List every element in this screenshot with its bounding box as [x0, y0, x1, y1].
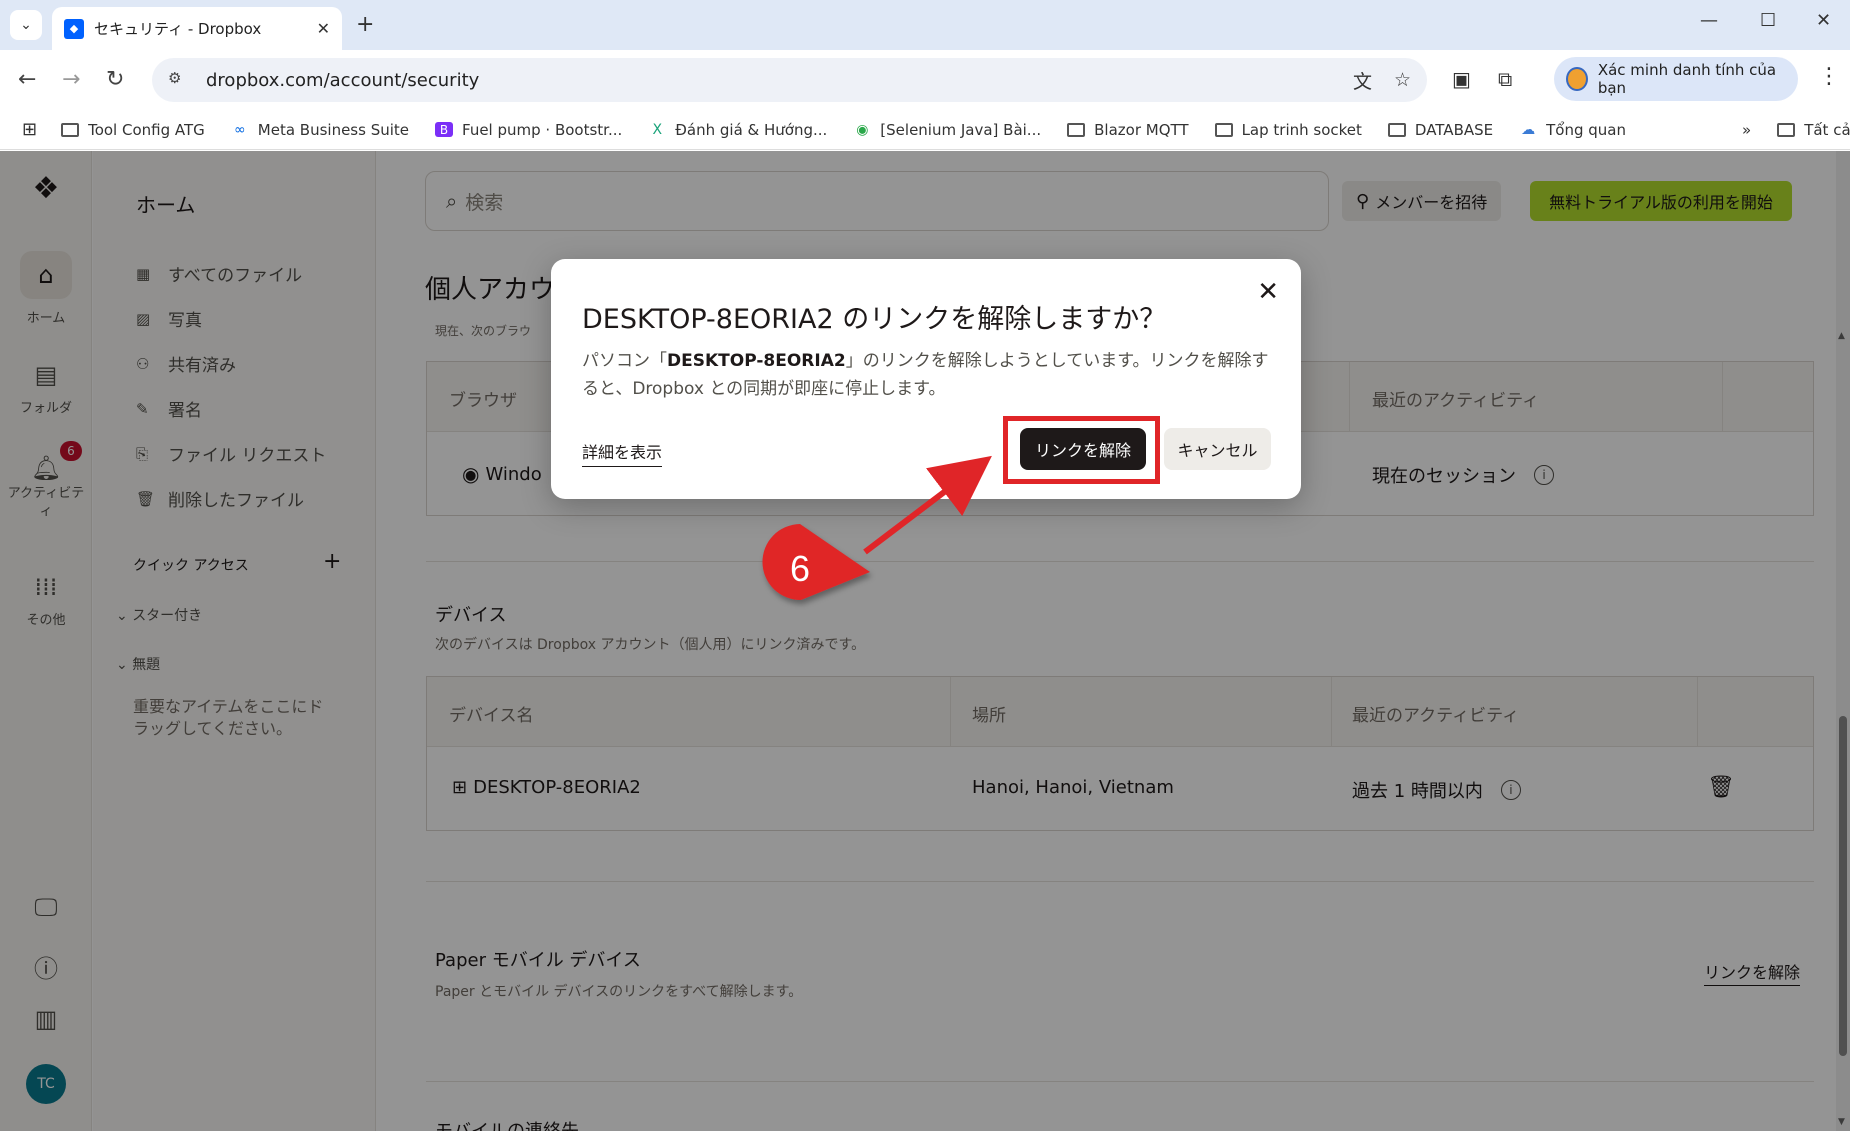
profile-chip[interactable]: Xác minh danh tính của bạn — [1554, 57, 1798, 101]
forward-icon[interactable]: → — [62, 67, 80, 92]
selenium-icon: ◉ — [856, 121, 869, 138]
folder-icon — [1214, 122, 1233, 137]
x-icon: X — [652, 121, 663, 138]
url-text: dropbox.com/account/security — [206, 69, 480, 91]
bookmark-item[interactable]: Blazor MQTT — [1067, 121, 1189, 139]
chevron-down-icon: ⌄ — [20, 17, 32, 33]
bootstrap-icon: B — [435, 122, 454, 137]
bookmark-item[interactable]: B Fuel pump · Bootstr... — [435, 121, 622, 139]
folder-icon — [1067, 122, 1086, 137]
bookmark-item[interactable]: DATABASE — [1387, 121, 1493, 139]
bookmark-item[interactable]: ∞ Meta Business Suite — [231, 121, 409, 139]
browser-tab-bar: ⌄ ◆ セキュリティ - Dropbox ✕ + — ☐ ✕ — [0, 0, 1850, 50]
highlight-box — [1003, 416, 1160, 484]
more-bookmarks-icon[interactable]: » — [1742, 121, 1751, 139]
browser-tab[interactable]: ◆ セキュリティ - Dropbox ✕ — [52, 7, 342, 50]
dialog-title: DESKTOP-8EORIA2 のリンクを解除しますか？ — [582, 304, 1167, 335]
cancel-button[interactable]: キャンセル — [1164, 428, 1271, 470]
folder-icon — [61, 122, 80, 137]
close-icon[interactable]: ✕ — [1257, 277, 1279, 307]
bookmarks-bar: ⊞ Tool Config ATG ∞ Meta Business Suite B… — [0, 110, 1850, 150]
address-bar-row: ← → ↻ ⚙ dropbox.com/account/security 文 ☆… — [0, 50, 1850, 110]
site-info-icon[interactable]: ⚙ — [168, 69, 190, 91]
bookmark-item[interactable]: ☁ Tổng quan — [1519, 121, 1626, 139]
tab-close-icon[interactable]: ✕ — [317, 19, 330, 38]
dropbox-favicon-icon: ◆ — [64, 18, 84, 39]
reload-icon[interactable]: ↻ — [106, 67, 124, 92]
bookmark-item[interactable]: X Đánh giá & Hướng... — [648, 121, 827, 139]
new-tab-icon[interactable]: + — [356, 12, 374, 37]
url-bar[interactable]: ⚙ dropbox.com/account/security 文 ☆ — [152, 58, 1427, 102]
show-details-link[interactable]: 詳細を表示 — [582, 439, 663, 467]
tab-search-button[interactable]: ⌄ — [10, 10, 42, 40]
profile-avatar — [1566, 67, 1588, 91]
unlink-dialog: ✕ DESKTOP-8EORIA2 のリンクを解除しますか？ パソコン「DESK… — [551, 259, 1301, 499]
folder-icon — [1777, 122, 1796, 137]
browser-menu-icon[interactable]: ⋮ — [1818, 64, 1840, 89]
back-icon[interactable]: ← — [18, 67, 36, 92]
maximize-icon[interactable]: ☐ — [1760, 10, 1776, 31]
meta-icon: ∞ — [233, 121, 246, 138]
bookmark-item[interactable]: Tool Config ATG — [61, 121, 205, 139]
tab-title: セキュリティ - Dropbox — [94, 20, 262, 38]
bookmark-item[interactable]: ◉ [Selenium Java] Bài... — [853, 121, 1041, 139]
bookmark-item[interactable]: Lap trinh socket — [1214, 121, 1362, 139]
bookmark-star-icon[interactable]: ☆ — [1394, 69, 1411, 91]
dialog-body: パソコン「DESKTOP-8EORIA2」のリンクを解除しようとしています。リン… — [582, 351, 1269, 399]
extension-icon[interactable]: ▣ — [1452, 67, 1471, 91]
apps-grid-icon[interactable]: ⊞ — [22, 119, 37, 140]
folder-icon — [1387, 122, 1406, 137]
profile-label: Xác minh danh tính của bạn — [1597, 61, 1777, 97]
window-close-icon[interactable]: ✕ — [1816, 10, 1831, 31]
all-bookmarks[interactable]: Tất cả dấu trang — [1777, 121, 1850, 139]
web-icon: ☁ — [1521, 121, 1536, 138]
step-number: 6 — [789, 548, 811, 589]
minimize-icon[interactable]: — — [1700, 10, 1718, 31]
translate-icon[interactable]: 文 — [1353, 67, 1372, 94]
puzzle-icon[interactable]: ⧉ — [1498, 67, 1512, 91]
